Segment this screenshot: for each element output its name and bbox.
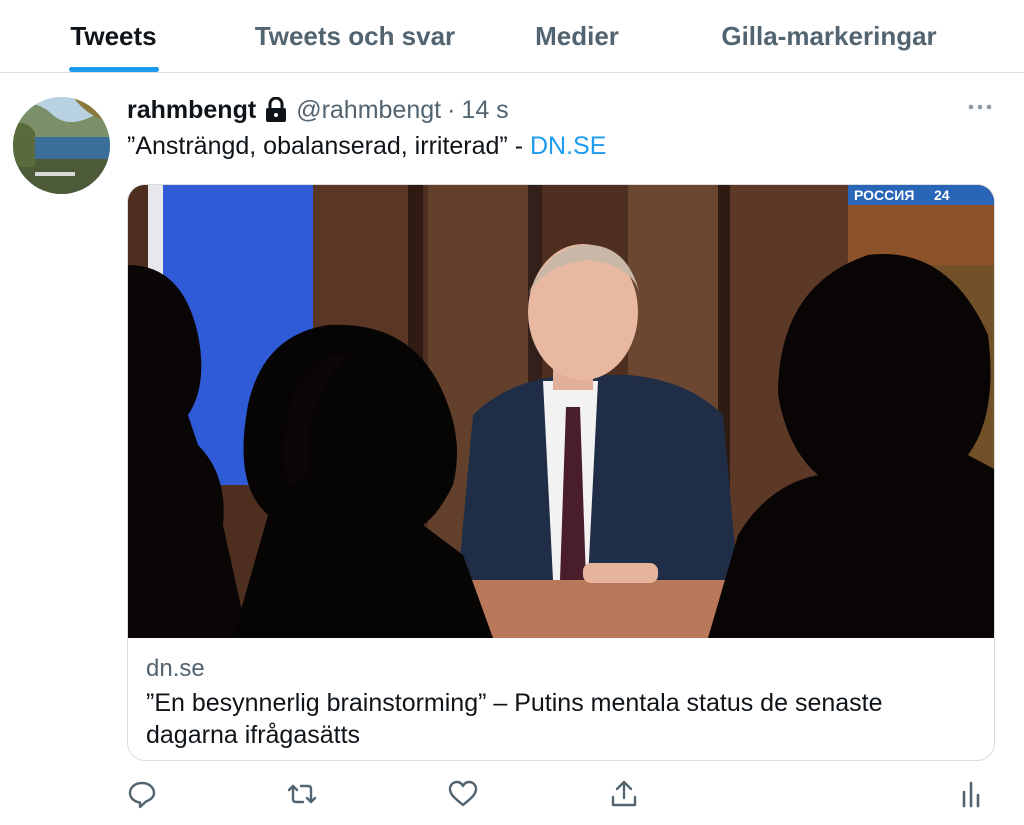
tweet-body: ”Ansträngd, obalanserad, irriterad” - [127,132,530,160]
active-tab-indicator [68,67,159,72]
tweet-text: ”Ansträngd, obalanserad, irriterad” - DN… [127,132,606,161]
tab-tweets[interactable]: Tweets [40,0,187,72]
tab-media-label: Medier [535,20,619,51]
heart-icon [448,780,478,807]
analytics-icon [962,781,980,808]
display-name[interactable]: rahmbengt [127,96,256,125]
like-button[interactable] [447,778,479,810]
user-handle[interactable]: @rahmbengt [296,96,441,125]
share-icon [611,780,637,807]
tab-tweets-and-replies-label: Tweets och svar [254,20,456,51]
retweet-button[interactable] [286,778,318,810]
tab-tweets-and-replies[interactable]: Tweets och svar [232,0,478,72]
more-icon[interactable] [968,100,992,114]
separator-dot: · [447,95,456,124]
retweet-icon [287,784,317,804]
reply-button[interactable] [126,778,158,810]
tweet-link[interactable]: DN.SE [530,132,606,160]
card-domain: dn.se [146,655,205,682]
link-card[interactable]: РОССИЯ 24 dn.se ”En besynnerlig brainsto… [127,184,995,761]
avatar-image [13,97,110,194]
profile-tab-bar: Tweets Tweets och svar Medier Gilla-mark… [0,0,1024,73]
tab-media[interactable]: Medier [510,0,644,72]
lock-icon [264,96,288,123]
analytics-button[interactable] [955,778,987,810]
tweet-header: rahmbengt @rahmbengt · 14 s [127,92,509,128]
share-button[interactable] [608,778,640,810]
tab-tweets-label: Tweets [70,20,157,51]
reply-icon [128,781,156,809]
card-image: РОССИЯ 24 [128,185,994,638]
channel-logo: РОССИЯ [854,187,914,203]
card-title: ”En besynnerlig brainstorming” – Putins … [146,689,883,749]
tweet-timestamp[interactable]: 14 s [461,96,508,125]
tweet-actions [0,770,1024,820]
tab-likes[interactable]: Gilla-markeringar [690,0,968,72]
tab-likes-label: Gilla-markeringar [721,20,937,51]
avatar[interactable] [13,97,110,194]
channel-number: 24 [934,187,950,203]
